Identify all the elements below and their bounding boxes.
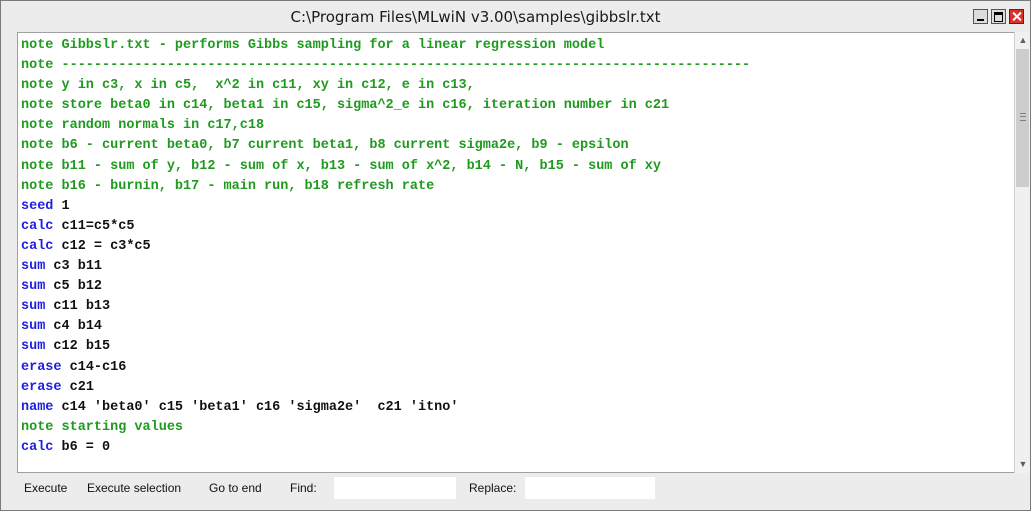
command-keyword: note	[21, 138, 54, 154]
command-arguments: b6 = 0	[53, 439, 111, 455]
execute-selection-button[interactable]: Execute selection	[87, 481, 181, 495]
command-arguments: c12 = c3*c5	[53, 238, 151, 254]
find-label: Find:	[290, 481, 317, 495]
command-arguments: c21	[61, 379, 94, 395]
find-input[interactable]	[334, 477, 456, 499]
command-arguments: Gibbslr.txt - performs Gibbs sampling fo…	[53, 38, 605, 53]
command-arguments: y in c3, x in c5, x^2 in c11, xy in c12,…	[53, 78, 475, 94]
editor-lines: note Gibbslr.txt - performs Gibbs sampli…	[21, 36, 1011, 458]
code-line[interactable]: sum c4 b14	[21, 317, 1011, 337]
maximize-button[interactable]	[991, 9, 1006, 24]
command-keyword: calc	[21, 439, 54, 455]
command-arguments: 1	[53, 198, 70, 214]
command-keyword: name	[21, 399, 54, 415]
code-line[interactable]: sum c3 b11	[21, 257, 1011, 277]
command-keyword: note	[21, 118, 54, 134]
editor-window: C:\Program Files\MLwiN v3.00\samples\gib…	[0, 0, 1031, 511]
command-keyword: calc	[21, 218, 54, 234]
command-keyword: note	[21, 158, 54, 174]
command-keyword: erase	[21, 379, 62, 395]
code-line[interactable]: seed 1	[21, 197, 1011, 217]
window-title: C:\Program Files\MLwiN v3.00\samples\gib…	[290, 8, 661, 26]
code-line[interactable]: note b16 - burnin, b17 - main run, b18 r…	[21, 177, 1011, 197]
command-keyword: note	[21, 98, 54, 114]
command-keyword: sum	[21, 279, 46, 295]
command-arguments: c12 b15	[45, 339, 111, 355]
code-line[interactable]: note y in c3, x in c5, x^2 in c11, xy in…	[21, 76, 1011, 96]
scrollbar-thumb[interactable]	[1016, 49, 1029, 187]
command-keyword: note	[21, 178, 54, 194]
command-keyword: sum	[21, 319, 46, 335]
command-bar: Execute Execute selection Go to end Find…	[17, 475, 1014, 503]
code-line[interactable]: sum c12 b15	[21, 337, 1011, 357]
close-button[interactable]	[1009, 9, 1024, 24]
code-line[interactable]: erase c14-c16	[21, 358, 1011, 378]
code-line[interactable]: sum c11 b13	[21, 297, 1011, 317]
command-keyword: note	[21, 419, 54, 435]
execute-button[interactable]: Execute	[24, 481, 67, 495]
go-to-end-button[interactable]: Go to end	[209, 481, 262, 495]
command-arguments: c3 b11	[45, 259, 103, 275]
code-line[interactable]: name c14 'beta0' c15 'beta1' c16 'sigma2…	[21, 398, 1011, 418]
command-keyword: sum	[21, 259, 46, 275]
minimize-button[interactable]	[973, 9, 988, 24]
code-line[interactable]: calc c12 = c3*c5	[21, 237, 1011, 257]
command-keyword: note	[21, 58, 54, 74]
command-arguments: random normals in c17,c18	[53, 118, 265, 134]
code-line[interactable]: calc b6 = 0	[21, 438, 1011, 458]
command-arguments: c11 b13	[45, 299, 111, 315]
code-line[interactable]: note b6 - current beta0, b7 current beta…	[21, 136, 1011, 156]
vertical-scrollbar[interactable]: ▲ ▼	[1014, 32, 1030, 473]
code-line[interactable]: note b11 - sum of y, b12 - sum of x, b13…	[21, 157, 1011, 177]
title-bar[interactable]: C:\Program Files\MLwiN v3.00\samples\gib…	[1, 1, 1030, 32]
grip-icon	[1020, 113, 1026, 121]
command-arguments: b11 - sum of y, b12 - sum of x, b13 - su…	[53, 158, 662, 174]
command-keyword: sum	[21, 339, 46, 355]
macro-text-editor[interactable]: note Gibbslr.txt - performs Gibbs sampli…	[17, 32, 1016, 473]
command-arguments: starting values	[53, 419, 184, 435]
code-line[interactable]: erase c21	[21, 378, 1011, 398]
scroll-down-icon[interactable]: ▼	[1015, 456, 1031, 473]
scroll-up-icon[interactable]: ▲	[1015, 32, 1031, 49]
command-arguments: store beta0 in c14, beta1 in c15, sigma^…	[53, 98, 670, 114]
command-arguments: b6 - current beta0, b7 current beta1, b8…	[53, 138, 629, 154]
code-line[interactable]: note starting values	[21, 418, 1011, 438]
replace-input[interactable]	[525, 477, 655, 499]
command-keyword: seed	[21, 198, 54, 214]
command-keyword: sum	[21, 299, 46, 315]
command-arguments: c14-c16	[61, 359, 127, 375]
code-line[interactable]: note -----------------------------------…	[21, 56, 1011, 76]
command-keyword: erase	[21, 359, 62, 375]
command-arguments: b16 - burnin, b17 - main run, b18 refres…	[53, 178, 435, 194]
code-line[interactable]: sum c5 b12	[21, 277, 1011, 297]
replace-label: Replace:	[469, 481, 517, 495]
command-arguments: c11=c5*c5	[53, 218, 135, 234]
command-arguments: ----------------------------------------…	[53, 58, 751, 74]
code-line[interactable]: note Gibbslr.txt - performs Gibbs sampli…	[21, 36, 1011, 56]
command-arguments: c4 b14	[45, 319, 103, 335]
command-keyword: calc	[21, 238, 54, 254]
command-keyword: note	[21, 78, 54, 94]
code-line[interactable]: note store beta0 in c14, beta1 in c15, s…	[21, 96, 1011, 116]
command-keyword: note	[21, 38, 54, 53]
command-arguments: c14 'beta0' c15 'beta1' c16 'sigma2e' c2…	[53, 399, 459, 415]
code-line[interactable]: note random normals in c17,c18	[21, 116, 1011, 136]
code-line[interactable]: calc c11=c5*c5	[21, 217, 1011, 237]
command-arguments: c5 b12	[45, 279, 103, 295]
